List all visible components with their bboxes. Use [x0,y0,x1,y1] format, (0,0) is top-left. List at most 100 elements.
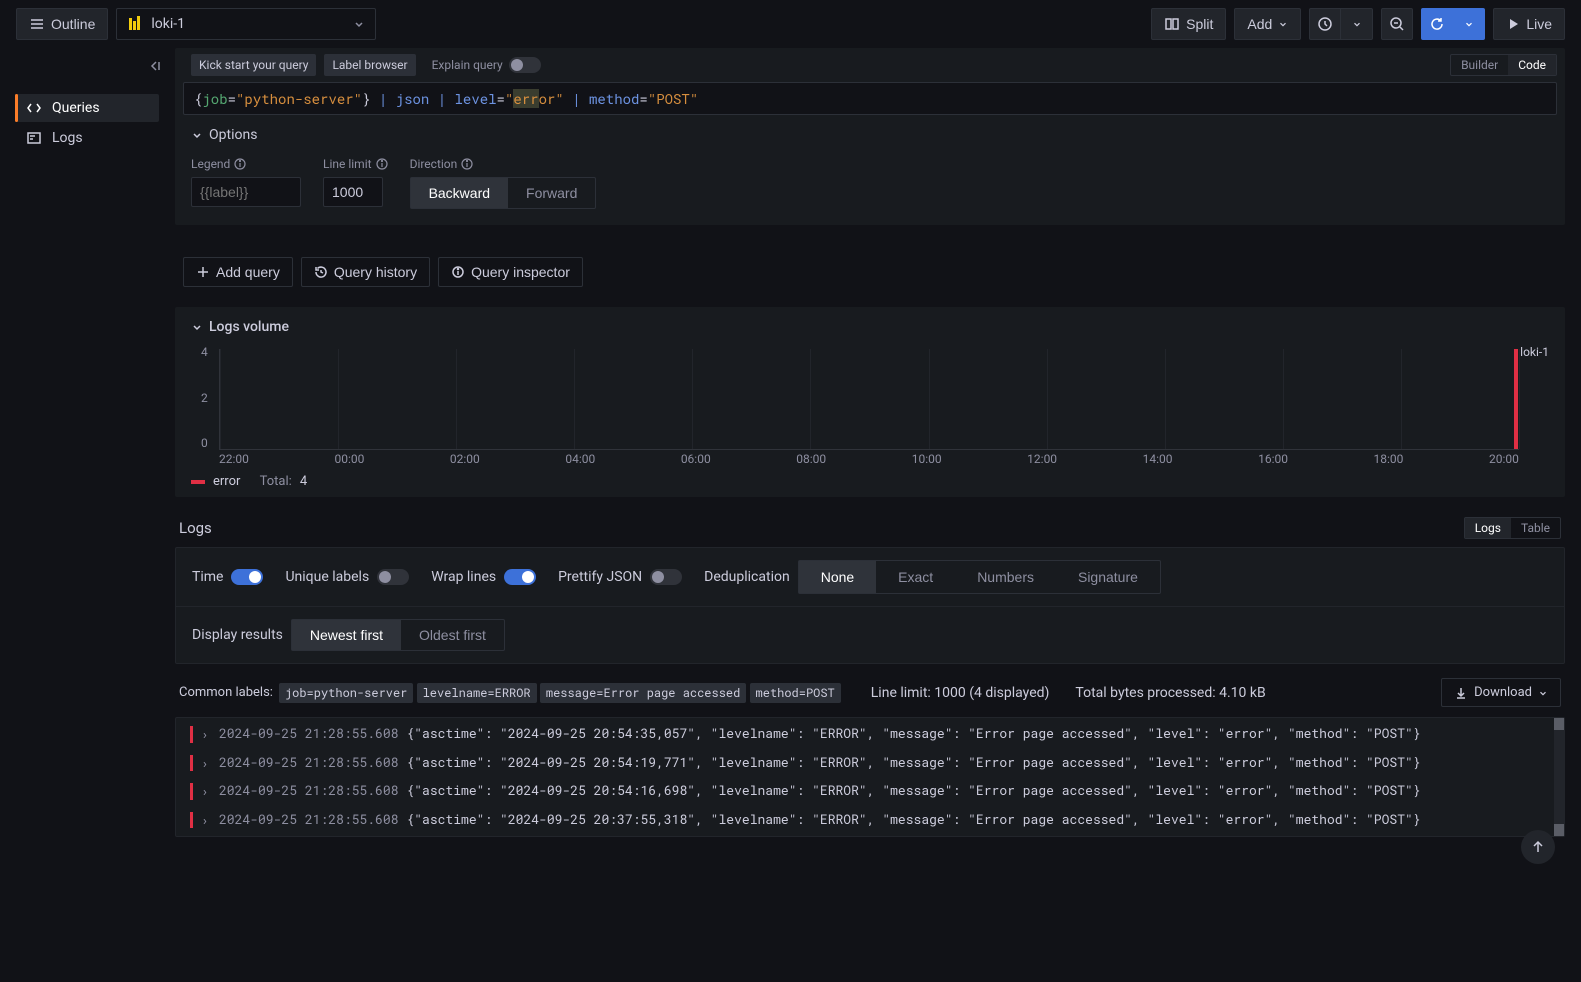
info-icon[interactable] [376,158,388,170]
dedup-label: Deduplication [704,569,790,585]
dedup-toggle[interactable]: None Exact Numbers Signature [798,560,1161,594]
linelimit-input[interactable] [323,177,383,207]
query-history-button[interactable]: Query history [301,257,430,287]
chevron-down-icon [1278,19,1288,29]
label-browser-button[interactable]: Label browser [324,54,415,76]
common-label-chip[interactable]: message=Error page accessed [540,683,746,703]
prettify-json-toggle[interactable] [650,569,682,585]
order-toggle[interactable]: Newest first Oldest first [291,619,505,651]
log-row[interactable]: ›2024-09-25 21:28:55.608{"asctime": "202… [190,806,1550,835]
x-tick: 06:00 [681,452,711,470]
legend-total-label: Total: [260,474,292,489]
logs-view-logs[interactable]: Logs [1465,518,1511,538]
order-newest[interactable]: Newest first [292,620,401,650]
logs-volume-title: Logs volume [209,319,289,335]
chart-plot-area [219,349,1519,450]
logs-volume-chart[interactable]: loki-1 4 2 0 22:0000:0002:0004:0006:0008… [191,345,1549,470]
expand-row-button[interactable]: › [201,810,211,831]
log-level-bar [190,812,193,829]
datasource-name: loki-1 [151,16,185,32]
run-query-dropdown[interactable] [1453,8,1485,40]
log-message: {"asctime": "2024-09-25 20:54:16,698", "… [406,781,1550,801]
time-picker-dropdown[interactable] [1341,8,1373,40]
live-button[interactable]: Live [1493,8,1565,40]
split-icon [1164,16,1180,32]
x-tick: 18:00 [1374,452,1404,470]
dedup-none[interactable]: None [799,561,876,593]
split-button[interactable]: Split [1151,8,1226,40]
direction-toggle[interactable]: Backward Forward [410,177,597,209]
add-label: Add [1247,16,1272,32]
run-query-button[interactable] [1421,8,1453,40]
chart-legend: error Total: 4 [191,470,1549,489]
info-icon[interactable] [461,158,473,170]
live-label: Live [1526,16,1552,32]
logs-view-table[interactable]: Table [1511,518,1560,538]
log-level-bar [190,755,193,772]
logs-volume-panel: Logs volume loki-1 4 2 0 22:0000:0002:00… [175,307,1565,497]
zoom-out-button[interactable] [1381,8,1413,40]
mode-code[interactable]: Code [1508,55,1556,75]
time-toggle[interactable] [231,569,263,585]
expand-row-button[interactable]: › [201,781,211,802]
sidebar-item-queries[interactable]: Queries [16,94,159,122]
outline-button[interactable]: Outline [16,8,108,40]
query-code-editor[interactable]: {job="python-server"} | json | level="er… [183,82,1557,115]
order-oldest[interactable]: Oldest first [401,620,504,650]
editor-mode-toggle[interactable]: Builder Code [1450,54,1557,76]
linelimit-label: Line limit [323,157,372,171]
common-label-chip[interactable]: method=POST [750,683,841,703]
dedup-signature[interactable]: Signature [1056,561,1160,593]
download-icon [1454,686,1468,700]
log-timestamp: 2024-09-25 21:28:55.608 [219,781,398,801]
x-tick: 12:00 [1027,452,1057,470]
legend-name: error [213,474,240,489]
x-tick: 08:00 [796,452,826,470]
time-picker-button[interactable] [1309,8,1341,40]
datasource-picker[interactable]: loki-1 [116,8,376,40]
legend-input[interactable] [191,177,301,207]
zoom-out-icon [1389,16,1405,32]
chevron-down-icon [1538,688,1548,698]
log-message: {"asctime": "2024-09-25 20:54:19,771", "… [406,753,1550,773]
common-label-chip[interactable]: job=python-server [279,683,413,703]
prettify-json-label: Prettify JSON [558,569,642,585]
dedup-exact[interactable]: Exact [876,561,955,593]
add-query-button[interactable]: Add query [183,257,293,287]
expand-row-button[interactable]: › [201,753,211,774]
logs-controls: Time Unique labels Wrap lines Prettify J… [175,547,1565,664]
x-tick: 16:00 [1258,452,1288,470]
logs-volume-toggle[interactable]: Logs volume [191,319,1549,335]
unique-labels-toggle[interactable] [377,569,409,585]
mode-builder[interactable]: Builder [1451,55,1508,75]
direction-forward[interactable]: Forward [508,178,595,208]
bars-icon [29,16,45,32]
scrollbar[interactable] [1554,718,1564,836]
download-button[interactable]: Download [1441,678,1561,707]
kick-start-button[interactable]: Kick start your query [191,54,316,76]
expand-row-button[interactable]: › [201,724,211,745]
collapse-sidebar-button[interactable] [147,58,163,74]
options-toggle[interactable]: Options [175,115,1565,149]
info-icon[interactable] [234,158,246,170]
download-label: Download [1474,685,1532,700]
log-row[interactable]: › 2024-09-25 21:28:55.608 {"asctime": "202… [190,777,1550,806]
log-timestamp: 2024-09-25 21:28:55.608 [219,724,398,744]
wrap-lines-toggle[interactable] [504,569,536,585]
chevron-down-icon [1352,19,1362,29]
log-row[interactable]: ›2024-09-25 21:28:55.608{"asctime": "202… [190,749,1550,778]
explain-query-toggle[interactable] [509,57,541,73]
log-row[interactable]: ›2024-09-25 21:28:55.608{"asctime": "202… [190,720,1550,749]
direction-backward[interactable]: Backward [411,178,508,208]
line-limit-value: 1000 (4 displayed) [934,685,1049,701]
chart-bar [1514,349,1518,449]
common-labels-label: Common labels: [179,685,273,700]
query-inspector-button[interactable]: Query inspector [438,257,583,287]
add-button[interactable]: Add [1234,8,1301,40]
logs-view-toggle[interactable]: Logs Table [1464,517,1561,539]
history-icon [314,265,328,279]
dedup-numbers[interactable]: Numbers [955,561,1056,593]
sidebar-item-logs[interactable]: Logs [16,124,159,152]
scroll-to-top-button[interactable] [1521,830,1555,864]
common-label-chip[interactable]: levelname=ERROR [417,683,537,703]
